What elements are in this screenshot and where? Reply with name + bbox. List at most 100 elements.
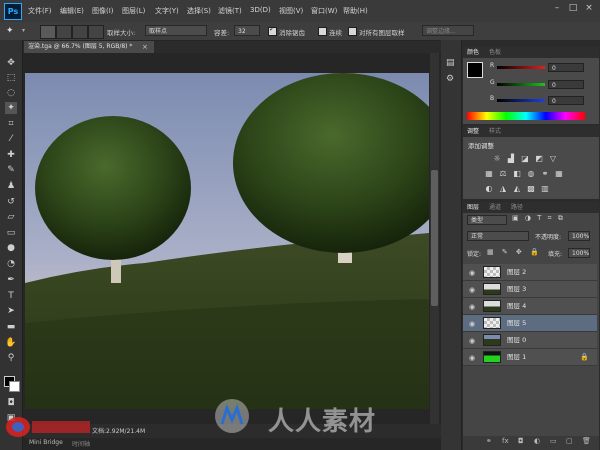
color-lookup-icon[interactable]: ▦ bbox=[554, 169, 564, 178]
menu-edit[interactable]: 编辑(E) bbox=[60, 6, 84, 16]
preset-dropdown-icon[interactable]: ▾ bbox=[22, 25, 30, 37]
lasso-tool-icon[interactable]: ◌ bbox=[5, 87, 17, 99]
levels-icon[interactable]: ▟ bbox=[506, 154, 516, 163]
tab-paths[interactable]: 路径 bbox=[511, 202, 523, 213]
menu-file[interactable]: 文件(F) bbox=[28, 6, 52, 16]
selective-color-icon[interactable]: ▩ bbox=[526, 184, 536, 193]
color-spectrum-bar[interactable] bbox=[467, 112, 585, 120]
green-value-input[interactable]: 0 bbox=[548, 80, 584, 89]
vibrance-icon[interactable]: ▽ bbox=[548, 154, 558, 163]
close-document-icon[interactable]: × bbox=[142, 41, 148, 53]
intersect-selection-icon[interactable] bbox=[88, 25, 104, 39]
new-selection-icon[interactable] bbox=[40, 25, 56, 39]
threshold-icon[interactable]: ◭ bbox=[512, 184, 522, 193]
scrollbar-thumb[interactable] bbox=[431, 170, 438, 306]
document-size-status[interactable]: 文档:2.92M/21.4M bbox=[92, 426, 145, 435]
marquee-tool-icon[interactable]: ⬚ bbox=[5, 72, 17, 84]
visibility-eye-icon[interactable]: ◉ bbox=[467, 302, 477, 312]
contiguous-checkbox[interactable] bbox=[318, 27, 327, 36]
background-color-swatch[interactable] bbox=[9, 381, 20, 392]
photoshop-logo[interactable]: Ps bbox=[4, 3, 22, 20]
menu-image[interactable]: 图像(I) bbox=[92, 6, 114, 16]
layer-name[interactable]: 图层 4 bbox=[507, 298, 526, 315]
layer-filter-select[interactable]: 类型 bbox=[467, 215, 507, 225]
brightness-icon[interactable]: ☼ bbox=[492, 154, 502, 163]
tolerance-input[interactable]: 32 bbox=[234, 25, 260, 36]
new-adjustment-icon[interactable]: ◐ bbox=[534, 437, 540, 445]
layer-style-icon[interactable]: fx bbox=[502, 437, 509, 445]
add-mask-icon[interactable]: ◘ bbox=[518, 437, 524, 445]
filter-icons[interactable]: ▣ ◑ T ⌗ ⧉ bbox=[512, 214, 565, 223]
all-layers-checkbox[interactable] bbox=[348, 27, 357, 36]
quick-mask-icon[interactable]: ◘ bbox=[5, 397, 17, 409]
layer-name[interactable]: 图层 0 bbox=[507, 332, 526, 349]
tab-swatches[interactable]: 色板 bbox=[489, 47, 501, 58]
color-balance-icon[interactable]: ⚖ bbox=[498, 169, 508, 178]
minimize-icon[interactable]: – bbox=[552, 3, 562, 13]
tab-layers[interactable]: 图层 bbox=[467, 202, 479, 213]
magic-wand-tool-icon[interactable]: ✦ bbox=[5, 102, 17, 114]
menu-window[interactable]: 窗口(W) bbox=[311, 6, 337, 16]
hue-icon[interactable]: ▦ bbox=[484, 169, 494, 178]
posterize-icon[interactable]: ◮ bbox=[498, 184, 508, 193]
history-brush-tool-icon[interactable]: ↺ bbox=[5, 196, 17, 208]
new-layer-icon[interactable]: ▢ bbox=[566, 437, 573, 445]
sample-size-select[interactable]: 取样点 bbox=[145, 25, 207, 36]
tab-adjustments[interactable]: 调整 bbox=[467, 126, 479, 137]
layer-name[interactable]: 图层 5 bbox=[507, 315, 526, 332]
red-value-input[interactable]: 0 bbox=[548, 63, 584, 72]
layer-name[interactable]: 图层 2 bbox=[507, 264, 526, 281]
new-group-icon[interactable]: ▭ bbox=[550, 437, 557, 445]
menu-view[interactable]: 视图(V) bbox=[279, 6, 303, 16]
blue-slider[interactable] bbox=[497, 99, 545, 102]
eyedropper-tool-icon[interactable]: ⁄ bbox=[5, 133, 17, 145]
menu-select[interactable]: 选择(S) bbox=[187, 6, 211, 16]
type-tool-icon[interactable]: T bbox=[5, 290, 17, 302]
tab-color[interactable]: 颜色 bbox=[467, 47, 479, 58]
visibility-eye-icon[interactable]: ◉ bbox=[467, 353, 477, 363]
visibility-eye-icon[interactable]: ◉ bbox=[467, 268, 477, 278]
menu-filter[interactable]: 滤镜(T) bbox=[218, 6, 242, 16]
delete-layer-icon[interactable]: 🗑 bbox=[582, 437, 591, 445]
antialias-checkbox[interactable] bbox=[268, 25, 277, 36]
tab-styles[interactable]: 样式 bbox=[489, 126, 501, 137]
healing-brush-tool-icon[interactable]: ✚ bbox=[5, 149, 17, 161]
tab-channels[interactable]: 通道 bbox=[489, 202, 501, 213]
image-canvas[interactable] bbox=[25, 73, 429, 409]
visibility-eye-icon[interactable]: ◉ bbox=[467, 285, 477, 295]
magic-wand-preset-icon[interactable]: ✦ bbox=[6, 25, 18, 37]
green-slider[interactable] bbox=[497, 83, 545, 86]
eraser-tool-icon[interactable]: ▱ bbox=[5, 211, 17, 223]
blend-mode-select[interactable]: 正常 bbox=[467, 231, 529, 241]
visibility-eye-icon[interactable]: ◉ bbox=[467, 319, 477, 329]
rectangle-tool-icon[interactable]: ▬ bbox=[5, 321, 17, 333]
close-window-icon[interactable]: × bbox=[584, 3, 594, 13]
brush-tool-icon[interactable]: ✎ bbox=[5, 164, 17, 176]
pen-tool-icon[interactable]: ✒ bbox=[5, 274, 17, 286]
foreground-color-box[interactable] bbox=[467, 62, 483, 78]
curves-icon[interactable]: ◪ bbox=[520, 154, 530, 163]
opacity-input[interactable]: 100% bbox=[568, 231, 590, 241]
blur-tool-icon[interactable]: ● bbox=[5, 242, 17, 254]
path-selection-tool-icon[interactable]: ➤ bbox=[5, 305, 17, 317]
menu-help[interactable]: 帮助(H) bbox=[343, 6, 368, 16]
lock-icons[interactable]: ▦ ✎ ✥ 🔒 bbox=[487, 248, 542, 256]
hand-tool-icon[interactable]: ✋ bbox=[5, 337, 17, 349]
gradient-tool-icon[interactable]: ▭ bbox=[5, 227, 17, 239]
fill-input[interactable]: 100% bbox=[568, 248, 590, 258]
add-selection-icon[interactable] bbox=[56, 25, 72, 39]
blue-value-input[interactable]: 0 bbox=[548, 96, 584, 105]
history-icon[interactable]: ▤ bbox=[446, 58, 455, 68]
invert-icon[interactable]: ◐ bbox=[484, 184, 494, 193]
dodge-tool-icon[interactable]: ◔ bbox=[5, 258, 17, 270]
subtract-selection-icon[interactable] bbox=[72, 25, 88, 39]
gradient-map-icon[interactable]: ▥ bbox=[540, 184, 550, 193]
layer-name[interactable]: 图层 3 bbox=[507, 281, 526, 298]
menu-layer[interactable]: 图层(L) bbox=[122, 6, 145, 16]
visibility-eye-icon[interactable]: ◉ bbox=[467, 336, 477, 346]
move-tool-icon[interactable]: ✥ bbox=[5, 57, 17, 69]
exposure-icon[interactable]: ◩ bbox=[534, 154, 544, 163]
zoom-tool-icon[interactable]: ⚲ bbox=[5, 352, 17, 364]
properties-icon[interactable]: ⚙ bbox=[446, 74, 454, 84]
link-layers-icon[interactable]: ⚭ bbox=[486, 437, 492, 445]
